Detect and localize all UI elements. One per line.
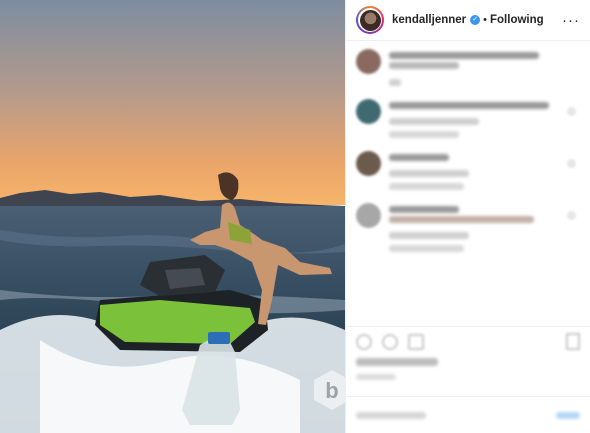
post-photo[interactable]: b (0, 0, 345, 433)
comment-item (356, 99, 580, 141)
like-comment-icon[interactable] (567, 159, 576, 168)
username-link[interactable]: kendalljenner (392, 14, 466, 26)
post-comment-button[interactable] (556, 411, 580, 419)
commenter-avatar[interactable] (356, 99, 381, 124)
commenter-avatar[interactable] (356, 203, 381, 228)
jetski-sunset-image (0, 0, 345, 433)
add-comment-input[interactable] (356, 411, 426, 419)
post-timestamp (356, 374, 396, 380)
likes-count[interactable] (356, 358, 438, 366)
comment-item (356, 151, 580, 193)
commenter-avatar[interactable] (356, 151, 381, 176)
heart-icon[interactable] (356, 333, 372, 350)
svg-text:b: b (325, 378, 338, 403)
profile-avatar[interactable] (356, 6, 384, 34)
separator-dot: • (483, 14, 487, 26)
caption-comment (356, 49, 580, 89)
comment-item (356, 203, 580, 255)
verified-badge-icon: ✓ (470, 15, 481, 25)
add-comment-bar (346, 396, 590, 433)
following-button[interactable]: Following (490, 14, 544, 26)
like-comment-icon[interactable] (567, 107, 576, 116)
post-header: kendalljenner ✓ • Following ··· (346, 0, 590, 41)
more-dots-icon[interactable]: ··· (562, 12, 580, 29)
bookmark-icon[interactable] (566, 333, 580, 350)
comment-list (346, 41, 590, 255)
post-actions (346, 326, 590, 380)
share-icon[interactable] (408, 333, 424, 350)
watermark-logo: b (314, 370, 345, 410)
commenter-avatar[interactable] (356, 49, 381, 74)
post-sidebar: kendalljenner ✓ • Following ··· (345, 0, 590, 433)
avatar-image (359, 9, 381, 31)
comment-icon[interactable] (382, 333, 398, 350)
like-comment-icon[interactable] (567, 211, 576, 220)
